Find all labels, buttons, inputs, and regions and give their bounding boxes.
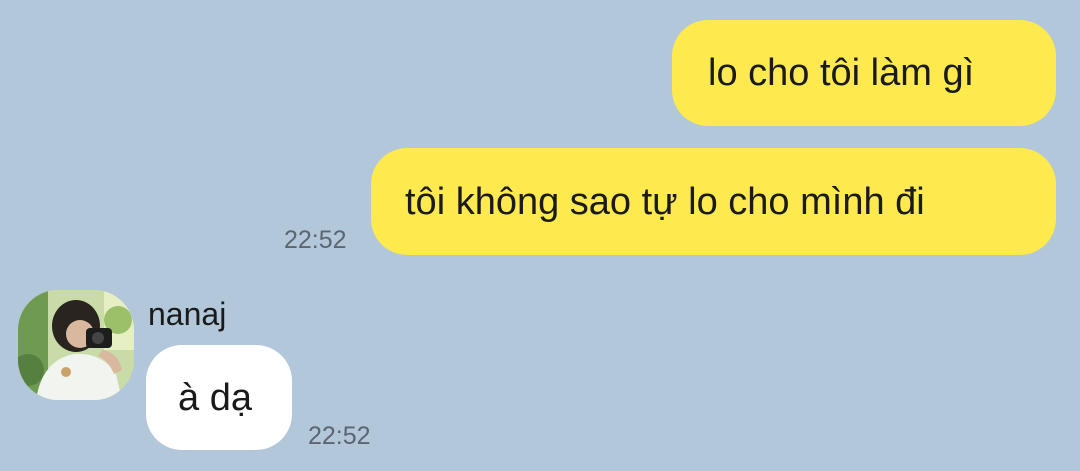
message-text: à dạ [178,376,252,419]
sender-avatar[interactable] [18,290,134,400]
outgoing-message-bubble[interactable]: lo cho tôi làm gì [672,20,1056,126]
profile-photo-icon [18,290,134,400]
message-timestamp: 22:52 [284,226,347,254]
message-timestamp: 22:52 [308,422,371,450]
incoming-message-bubble[interactable]: à dạ [146,345,292,450]
message-text: tôi không sao tự lo cho mình đi [405,180,925,223]
outgoing-message-bubble[interactable]: tôi không sao tự lo cho mình đi [371,148,1056,255]
message-text: lo cho tôi làm gì [708,52,975,94]
sender-name[interactable]: nanaj [148,296,226,333]
chat-message-list[interactable]: lo cho tôi làm gì tôi không sao tự lo ch… [0,0,1080,471]
